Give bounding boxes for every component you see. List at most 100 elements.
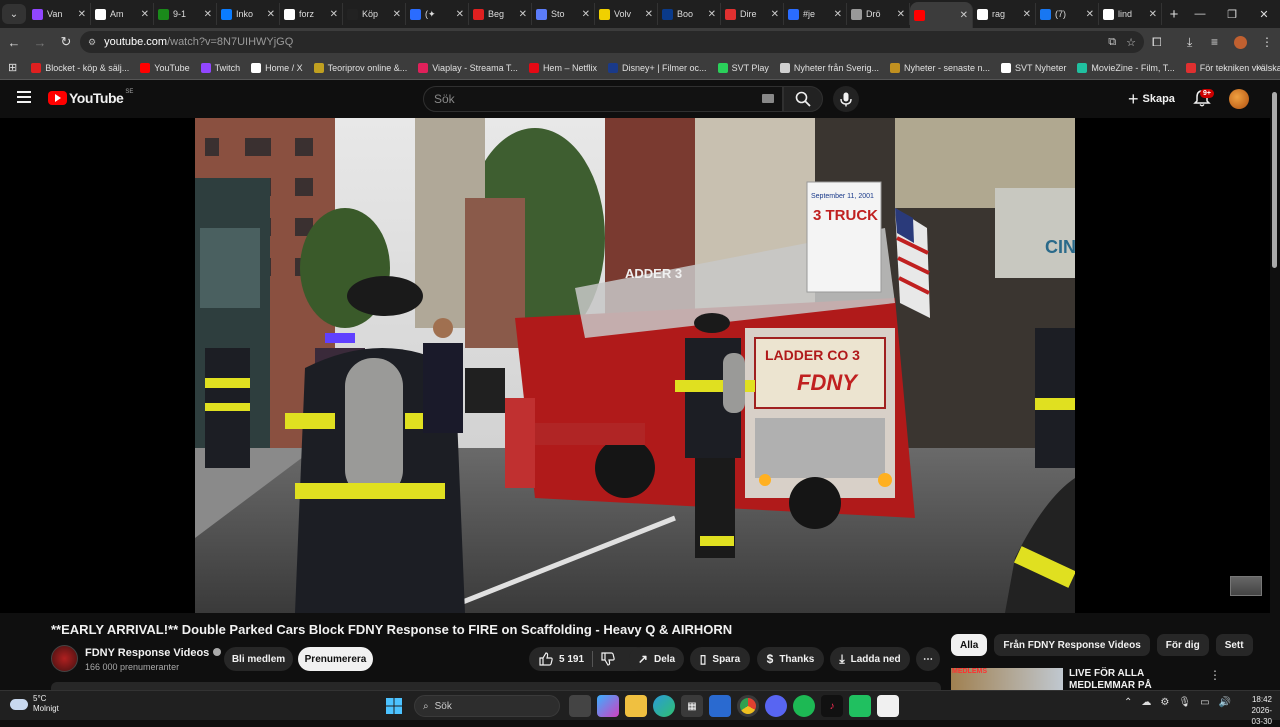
extensions-icon[interactable]: ⧠ (1152, 28, 1162, 56)
bookmark-item[interactable]: Teoriprov online &... (313, 62, 407, 73)
bookmark-item[interactable]: MovieZine - Film, T... (1077, 62, 1175, 73)
tab-close-icon[interactable]: ✕ (1086, 9, 1094, 20)
tab-close-icon[interactable]: ✕ (393, 9, 401, 20)
tab-close-icon[interactable]: ✕ (708, 9, 716, 20)
tab-close-icon[interactable]: ✕ (645, 9, 653, 20)
save-button[interactable]: ▯ Spara (690, 647, 750, 671)
bookmark-item[interactable]: SVT Nyheter (1001, 62, 1066, 73)
browser-tab[interactable]: rag ✕ (973, 3, 1036, 25)
tiktok-icon[interactable]: ♪ (821, 695, 843, 717)
filter-chip[interactable]: Alla (951, 634, 988, 656)
browser-tab[interactable]: Beg ✕ (469, 3, 532, 25)
store-icon[interactable]: ▦ (681, 695, 703, 717)
tab-close-icon[interactable]: ✕ (897, 9, 905, 20)
new-tab-button[interactable]: + (1162, 6, 1186, 23)
bookmark-item[interactable]: Nyheter från Sverig... (779, 62, 879, 73)
browser-tab[interactable]: ✕ (910, 2, 973, 28)
edge-icon[interactable] (653, 695, 675, 717)
browser-tab[interactable]: lind ✕ (1099, 3, 1162, 25)
browser-tab[interactable]: #je ✕ (784, 3, 847, 25)
forward-icon[interactable]: → (28, 30, 52, 54)
tray-chevron-icon[interactable]: ⌃ (1124, 697, 1132, 708)
file-explorer-icon[interactable] (625, 695, 647, 717)
task-view-icon[interactable] (569, 695, 591, 717)
browser-tab[interactable]: Am ✕ (91, 3, 154, 25)
download-icon[interactable]: ⤓ (1187, 28, 1192, 56)
browser-tab[interactable]: Volv ✕ (595, 3, 658, 25)
tab-close-icon[interactable]: ✕ (771, 9, 779, 20)
network-icon[interactable]: ▭ (1200, 697, 1209, 708)
bookmark-item[interactable]: Viaplay - Streama T... (418, 62, 518, 73)
tab-close-icon[interactable]: ✕ (456, 9, 464, 20)
youtube-logo[interactable]: YouTube SE (48, 89, 133, 106)
browser-tab[interactable]: forz ✕ (280, 3, 343, 25)
bookmark-item[interactable]: SVT Play (717, 62, 769, 73)
description-box[interactable] (51, 682, 941, 690)
share-button[interactable]: ↗ Dela (629, 647, 684, 671)
tab-search-button[interactable]: ⌄ (2, 4, 26, 24)
close-window-icon[interactable]: ✕ (1248, 0, 1280, 28)
keyboard-icon[interactable] (762, 94, 774, 103)
back-icon[interactable]: ← (2, 30, 26, 54)
copilot-icon[interactable] (597, 695, 619, 717)
site-info-icon[interactable]: ⚙ (88, 37, 96, 48)
taskbar-search[interactable]: ⌕ Sök (414, 695, 560, 717)
tab-search-icon[interactable]: ≡ (1211, 28, 1218, 56)
tab-close-icon[interactable]: ✕ (78, 9, 86, 20)
spotify-icon[interactable] (793, 695, 815, 717)
cast-icon[interactable]: ⧉ (1108, 36, 1116, 49)
video-frame[interactable]: CIN LADDER CO 3 FDNY ADDER 3 September 1… (195, 118, 1075, 613)
restore-icon[interactable]: ❐ (1216, 0, 1248, 28)
tab-close-icon[interactable]: ✕ (834, 9, 842, 20)
thumbs-down-icon[interactable] (601, 652, 615, 666)
menu-icon[interactable] (17, 91, 31, 103)
browser-tab[interactable]: Sto ✕ (532, 3, 595, 25)
channel-avatar[interactable] (51, 645, 78, 672)
taskbar-clock[interactable]: 18:42 2026-03-30 (1240, 694, 1272, 727)
tab-close-icon[interactable]: ✕ (141, 9, 149, 20)
bookmark-item[interactable]: YouTube (140, 62, 190, 73)
more-vertical-icon[interactable]: ⋮ (1209, 668, 1221, 682)
browser-tab[interactable]: (✦ ✕ (406, 3, 469, 25)
url-field[interactable]: ⚙ youtube.com/watch?v=8N7UIHWYjGQ ⧉ ☆ (80, 31, 1144, 53)
filter-chip[interactable]: För dig (1156, 634, 1209, 656)
bookmark-item[interactable]: Home / X (251, 62, 303, 73)
tray-settings-icon[interactable]: ⚙ (1160, 697, 1169, 708)
recommended-thumbnail[interactable]: MEDLEMS (951, 668, 1063, 690)
profile-icon[interactable] (1234, 28, 1247, 56)
minimize-icon[interactable]: — (1184, 0, 1216, 28)
bookmark-item[interactable]: Blocket - köp & sälj... (31, 62, 129, 73)
tab-close-icon[interactable]: ✕ (1149, 9, 1157, 20)
app-icon-white[interactable] (877, 695, 899, 717)
download-button[interactable]: ⤓ Ladda ned (830, 647, 910, 671)
weather-widget[interactable]: 5°C Molnigt (10, 694, 59, 714)
browser-menu-icon[interactable]: ⋮ (1261, 28, 1273, 56)
create-button[interactable]: + Skapa (1120, 86, 1183, 112)
tray-mic-icon[interactable]: 🎙 (1178, 697, 1191, 708)
bookmark-item[interactable]: För tekniken vi älska... (1185, 62, 1280, 73)
browser-tab[interactable]: (7) ✕ (1036, 3, 1099, 25)
reload-icon[interactable]: ↻ (54, 30, 78, 54)
account-avatar[interactable] (1229, 89, 1249, 109)
chrome-icon[interactable] (737, 695, 759, 717)
tab-close-icon[interactable]: ✕ (330, 9, 338, 20)
tab-close-icon[interactable]: ✕ (1023, 9, 1031, 20)
windows-start-icon[interactable] (383, 695, 405, 717)
tab-close-icon[interactable]: ✕ (960, 10, 968, 21)
channel-name[interactable]: FDNY Response Videos (85, 647, 222, 659)
search-button[interactable] (783, 86, 823, 112)
tab-close-icon[interactable]: ✕ (267, 9, 275, 20)
discord-icon[interactable] (765, 695, 787, 717)
bookmark-item[interactable]: Disney+ | Filmer oc... (607, 62, 707, 73)
app-icon-green[interactable] (849, 695, 871, 717)
browser-tab[interactable]: Köp ✕ (343, 3, 406, 25)
voice-search-button[interactable] (833, 86, 859, 112)
tab-close-icon[interactable]: ✕ (204, 9, 212, 20)
browser-tab[interactable]: Dire ✕ (721, 3, 784, 25)
search-input[interactable]: Sök (423, 86, 783, 112)
bookmark-item[interactable]: Nyheter - senaste n... (889, 62, 990, 73)
bookmark-item[interactable]: Hem – Netflix (528, 62, 597, 73)
browser-tab[interactable]: Inko ✕ (217, 3, 280, 25)
browser-tab[interactable]: Drö ✕ (847, 3, 910, 25)
snip-icon[interactable] (709, 695, 731, 717)
